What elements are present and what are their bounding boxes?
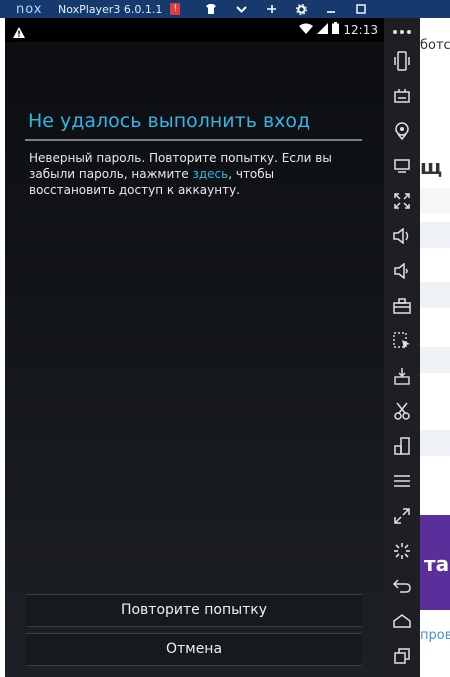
clock: 12:13	[343, 22, 378, 37]
volume-up-icon[interactable]	[384, 222, 420, 250]
warning-icon	[13, 23, 25, 42]
chevron-down-icon[interactable]	[226, 0, 256, 18]
screen-icon[interactable]	[384, 152, 420, 180]
message-text: Неверный пароль. Повторите попытку. Если…	[29, 151, 332, 181]
more-icon[interactable]	[384, 18, 420, 46]
android-screen: 12:13 Не удалось выполнить вход Неверный…	[5, 18, 384, 677]
titlebar-icons	[196, 0, 376, 18]
pin-icon[interactable]	[256, 0, 286, 18]
background-row	[420, 222, 450, 248]
background-row	[420, 282, 450, 308]
resize-icon[interactable]	[384, 502, 420, 530]
back-icon[interactable]	[384, 572, 420, 600]
recent-apps-icon[interactable]	[384, 642, 420, 670]
dialog-title: Не удалось выполнить вход	[28, 110, 311, 132]
background-text-bottom: пров	[420, 628, 450, 643]
volume-down-icon[interactable]	[384, 257, 420, 285]
nox-logo: nox	[16, 1, 43, 17]
cancel-button[interactable]: Отмена	[26, 633, 362, 666]
add-apk-icon[interactable]	[384, 327, 420, 355]
multi-instance-icon[interactable]	[384, 432, 420, 460]
loading-icon[interactable]	[384, 537, 420, 565]
maximize-icon[interactable]	[346, 0, 376, 18]
recover-access-link[interactable]: здесь	[192, 167, 228, 181]
location-icon[interactable]	[384, 117, 420, 145]
wifi-icon	[299, 23, 314, 37]
background-row	[420, 347, 450, 373]
title-divider	[25, 139, 362, 141]
theme-icon[interactable]	[196, 0, 226, 18]
retry-button[interactable]: Повторите попытку	[26, 594, 362, 627]
background-row	[420, 188, 450, 214]
shake-icon[interactable]	[384, 47, 420, 75]
battery-icon	[332, 22, 340, 37]
window-title: NoxPlayer3 6.0.1.1	[58, 2, 163, 16]
apk-icon[interactable]	[384, 362, 420, 390]
toolbox-icon[interactable]	[384, 292, 420, 320]
alert-badge[interactable]: !	[170, 3, 181, 15]
home-icon[interactable]	[384, 607, 420, 635]
fullscreen-icon[interactable]	[384, 187, 420, 215]
gear-icon[interactable]	[286, 0, 316, 18]
signal-icon	[317, 22, 329, 37]
minimize-icon[interactable]	[316, 0, 346, 18]
background-row	[420, 430, 450, 456]
dialog-message: Неверный пароль. Повторите попытку. Если…	[29, 150, 359, 198]
scissors-icon[interactable]	[384, 397, 420, 425]
window-titlebar: nox NoxPlayer3 6.0.1.1 !	[0, 0, 450, 18]
status-bar: 12:13	[5, 18, 384, 42]
keyboard-icon[interactable]	[384, 82, 420, 110]
background-text-top: ботс	[420, 38, 450, 53]
menu-icon[interactable]	[384, 467, 420, 495]
background-banner-text: та	[424, 552, 450, 576]
emulator-sidebar	[384, 18, 420, 677]
background-heading: щ	[420, 155, 443, 179]
